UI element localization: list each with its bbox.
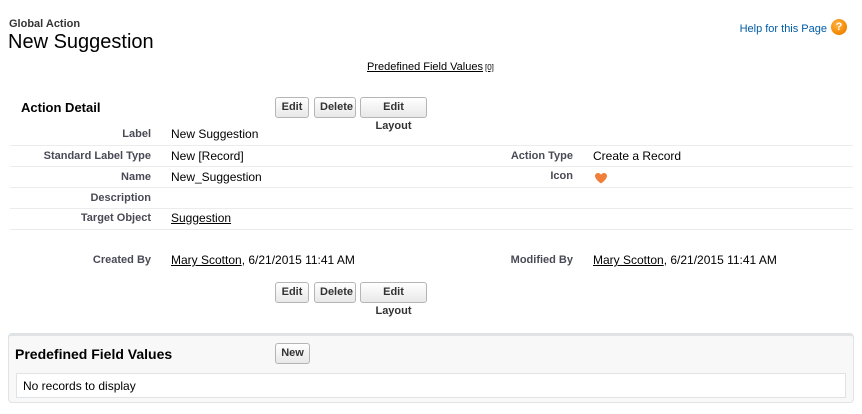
page-title: New Suggestion <box>8 31 154 53</box>
field-created-by-value: Mary Scotton, 6/21/2015 11:41 AM <box>171 253 355 267</box>
row-description: Description <box>10 188 853 209</box>
row-created-by: Created By Mary Scotton, 6/21/2015 11:41… <box>10 250 853 271</box>
created-by-user-link[interactable]: Mary Scotton <box>171 253 242 267</box>
predefined-field-values-link[interactable]: Predefined Field Values <box>367 61 483 73</box>
delete-button-bottom[interactable]: Delete <box>314 282 356 303</box>
field-label-value: New Suggestion <box>171 127 259 141</box>
field-name-value: New_Suggestion <box>171 170 262 184</box>
section-title: Action Detail <box>21 100 101 115</box>
field-label-label: Label <box>122 128 151 140</box>
field-description-label: Description <box>90 192 151 204</box>
new-button[interactable]: New <box>275 343 310 364</box>
field-standard-label-type-label: Standard Label Type <box>43 150 151 162</box>
modified-by-date: , 6/21/2015 11:41 AM <box>663 253 777 267</box>
row-standard-label-type: Standard Label Type New [Record] Action … <box>10 146 853 167</box>
predefined-field-values-count: [0] <box>485 63 494 72</box>
field-action-type-value: Create a Record <box>593 149 682 163</box>
action-detail-block: Action Detail Edit Delete Edit Layout La… <box>10 90 853 317</box>
field-modified-by-value: Mary Scotton, 6/21/2015 11:41 AM <box>593 253 777 267</box>
row-label: Label New Suggestion <box>10 123 853 146</box>
created-by-date: , 6/21/2015 11:41 AM <box>241 253 355 267</box>
field-action-type-label: Action Type <box>510 150 573 162</box>
field-modified-by-label: Modified By <box>510 254 573 266</box>
delete-button-top[interactable]: Delete <box>314 97 356 118</box>
related-list-title: Predefined Field Values <box>15 346 173 362</box>
target-object-link[interactable]: Suggestion <box>171 211 231 225</box>
edit-button-bottom[interactable]: Edit <box>275 282 309 303</box>
field-standard-label-type-value: New [Record] <box>171 149 244 163</box>
field-created-by-label: Created By <box>92 254 151 266</box>
edit-layout-button-top[interactable]: Edit Layout <box>360 97 427 132</box>
heart-icon <box>595 173 607 184</box>
related-list-body: No records to display <box>16 373 846 398</box>
row-target-object: Target Object Suggestion <box>10 209 853 230</box>
field-icon-label: Icon <box>550 170 573 182</box>
edit-button-top[interactable]: Edit <box>275 97 309 118</box>
question-mark-icon[interactable]: ? <box>831 19 847 35</box>
edit-layout-button-bottom[interactable]: Edit Layout <box>360 282 427 317</box>
field-target-object-label: Target Object <box>80 212 151 224</box>
row-name: Name New_Suggestion Icon <box>10 167 853 188</box>
modified-by-user-link[interactable]: Mary Scotton <box>593 253 664 267</box>
field-name-label: Name <box>121 171 151 183</box>
empty-message: No records to display <box>23 379 136 393</box>
help-link[interactable]: Help for this Page <box>740 23 827 35</box>
page-type: Global Action <box>9 18 81 30</box>
predefined-field-values-related-list: Predefined Field Values New No records t… <box>8 333 854 403</box>
